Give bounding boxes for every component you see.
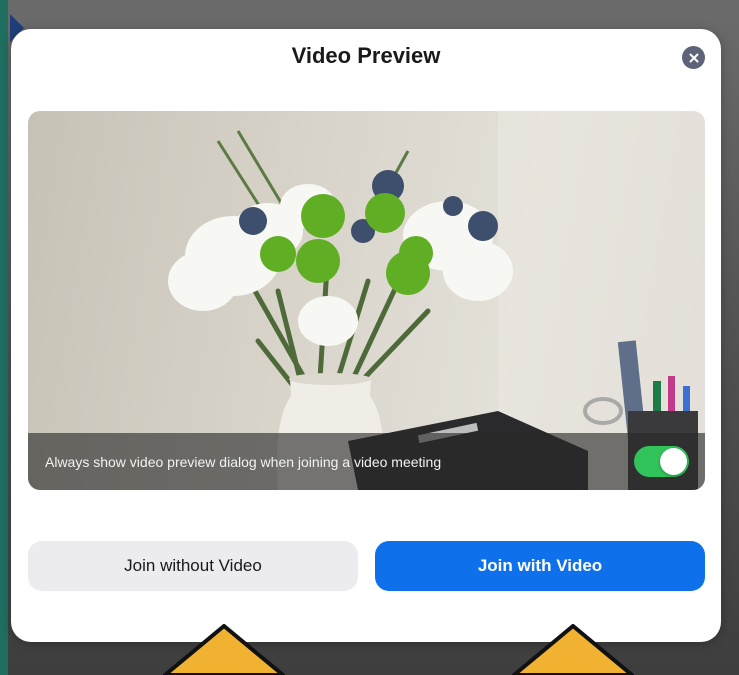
always-show-preview-toggle[interactable] [634, 446, 689, 477]
up-arrow-icon [163, 624, 285, 675]
video-preview: Always show video preview dialog when jo… [28, 111, 705, 490]
left-edge-strip [0, 0, 8, 675]
preview-settings-bar: Always show video preview dialog when jo… [28, 433, 705, 490]
join-with-video-button[interactable]: Join with Video [375, 541, 705, 591]
up-arrow-icon [512, 624, 634, 675]
toggle-knob [660, 448, 687, 475]
join-without-video-button[interactable]: Join without Video [28, 541, 358, 591]
close-icon [689, 53, 698, 62]
close-button[interactable] [682, 46, 705, 69]
dialog-title: Video Preview [291, 43, 441, 68]
always-show-preview-label: Always show video preview dialog when jo… [45, 454, 442, 470]
video-preview-dialog: Video Preview Always show video preview … [11, 29, 721, 642]
